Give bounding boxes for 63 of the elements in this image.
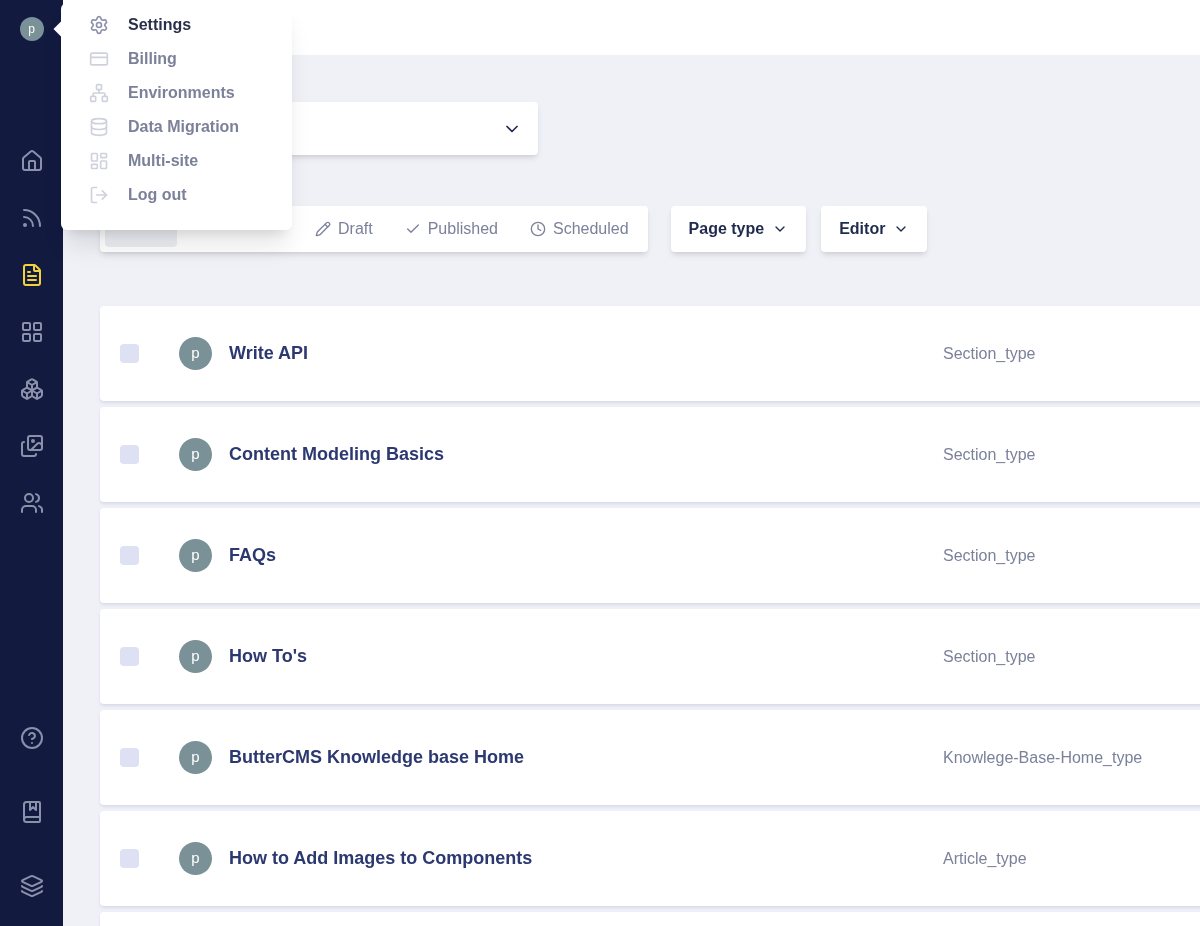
logout-icon	[89, 185, 109, 205]
row-checkbox[interactable]	[120, 647, 139, 666]
page-row[interactable]: p Content Modeling Basics Section_type	[100, 407, 1200, 502]
pencil-icon	[315, 221, 331, 237]
table-icon	[19, 320, 44, 344]
layers-icon	[19, 874, 44, 898]
nav-button[interactable]	[19, 491, 44, 515]
page-row[interactable]: p FAQs Section_type	[100, 508, 1200, 603]
page-type: Section_type	[943, 444, 1036, 465]
author-avatar: p	[179, 842, 212, 875]
page-row[interactable]: p ButterCMS Knowledge base Home Knowlege-Base-Home_type	[100, 710, 1200, 805]
row-checkbox[interactable]	[120, 445, 139, 464]
page-row[interactable]: p How To's Section_type	[100, 609, 1200, 704]
settings-icon	[89, 15, 109, 35]
page-row[interactable]: p Write API Section_type	[100, 306, 1200, 401]
row-checkbox[interactable]	[120, 748, 139, 767]
nav-button[interactable]	[19, 434, 44, 458]
menu-item[interactable]: Log out	[89, 183, 292, 207]
page-title[interactable]: How to Add Images to Components	[229, 845, 929, 872]
menu-item[interactable]: Environments	[89, 81, 292, 105]
filter-tab[interactable]: Published	[390, 211, 512, 247]
cubes-icon	[19, 377, 44, 401]
nav-button[interactable]	[19, 874, 44, 898]
help-icon	[19, 726, 44, 750]
hierarchy-icon	[89, 83, 109, 103]
page-title[interactable]: Content Modeling Basics	[229, 441, 929, 468]
filter-dropdown[interactable]: Page type	[670, 206, 807, 252]
page-title[interactable]: Write API	[229, 340, 929, 367]
page-row[interactable]: p How to Add Images to Components Article_type	[100, 811, 1200, 906]
row-checkbox[interactable]	[120, 546, 139, 565]
card-icon	[89, 49, 109, 69]
nav-button[interactable]	[19, 377, 44, 401]
database-icon	[89, 117, 109, 137]
filter-dropdown[interactable]: Editor	[821, 206, 928, 252]
clock-icon	[529, 221, 546, 237]
author-avatar: p	[179, 539, 212, 572]
menu-item[interactable]: Settings	[89, 13, 292, 37]
author-avatar: p	[179, 741, 212, 774]
nav-button[interactable]	[19, 726, 44, 750]
author-avatar: p	[179, 640, 212, 673]
filter-tab[interactable]: Draft	[301, 211, 387, 247]
images-icon	[19, 434, 44, 458]
page-title[interactable]: ButterCMS Knowledge base Home	[229, 744, 929, 771]
page-type: Knowlege-Base-Home_type	[943, 747, 1143, 768]
author-avatar: p	[179, 438, 212, 471]
row-checkbox[interactable]	[120, 344, 139, 363]
grid-icon	[89, 151, 109, 171]
page-type: Article_type	[943, 848, 1027, 869]
menu-item[interactable]: Billing	[89, 47, 292, 71]
menu-item[interactable]: Data Migration	[89, 115, 292, 139]
page-type: Section_type	[943, 545, 1036, 566]
menu-item[interactable]: Multi-site	[89, 149, 292, 173]
nav-button[interactable]	[19, 320, 44, 344]
page-title[interactable]: FAQs	[229, 542, 929, 569]
page-title[interactable]: How To's	[229, 643, 929, 670]
page-type: Section_type	[943, 343, 1036, 364]
page-type: Section_type	[943, 646, 1036, 667]
nav-button[interactable]	[19, 149, 44, 173]
filter-tab[interactable]: Scheduled	[515, 211, 643, 247]
author-avatar: p	[179, 337, 212, 370]
home-icon	[19, 149, 44, 173]
row-checkbox[interactable]	[120, 849, 139, 868]
users-icon	[19, 491, 44, 515]
